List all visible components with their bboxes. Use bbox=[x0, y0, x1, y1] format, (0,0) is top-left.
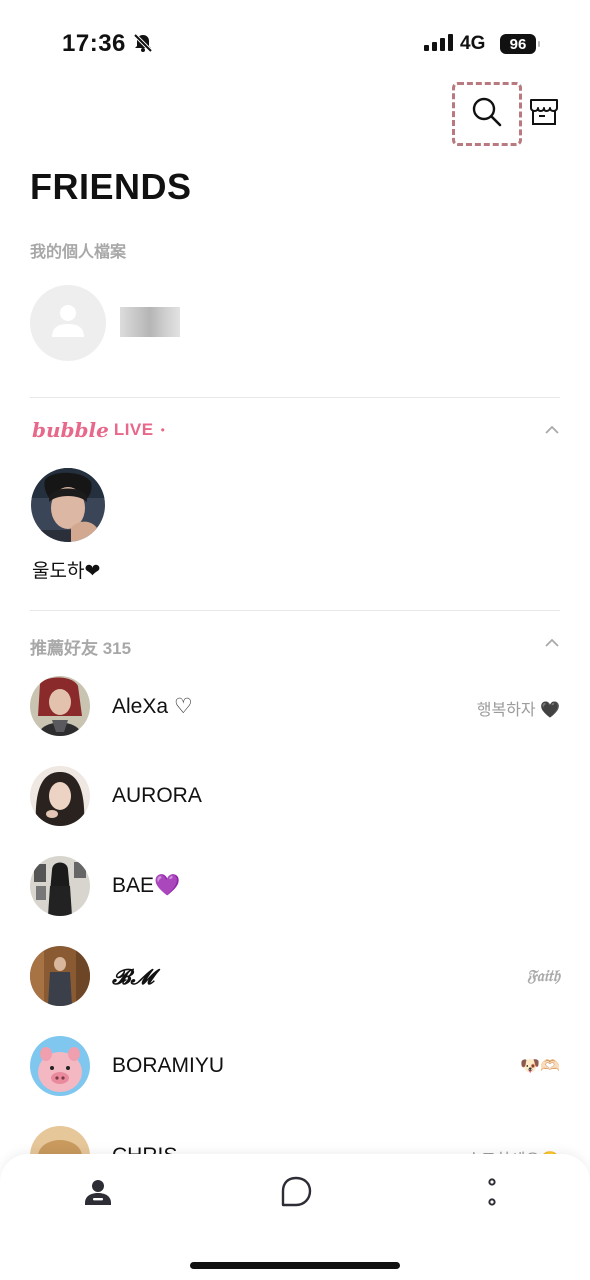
tab-friends[interactable] bbox=[78, 1174, 118, 1214]
friend-row[interactable]: BAE💜 bbox=[0, 846, 590, 926]
friend-row[interactable]: 𝓑𝓜 𝔉𝔞𝔦𝔱𝔥 bbox=[0, 936, 590, 1016]
friend-name: AURORA bbox=[112, 784, 202, 807]
status-time: 17:36 bbox=[62, 30, 126, 57]
friend-name: 𝓑𝓜 bbox=[112, 964, 155, 989]
my-profile-label: 我的個人檔案 bbox=[30, 244, 127, 261]
friend-status: 행복하자 🖤 bbox=[476, 702, 560, 719]
friend-avatar bbox=[30, 856, 90, 916]
signal-icon bbox=[424, 34, 453, 51]
my-profile-name-blurred[interactable] bbox=[120, 307, 180, 337]
shop-icon bbox=[528, 96, 560, 133]
friend-name: AleXa ♡ bbox=[112, 695, 193, 718]
battery-tip bbox=[538, 41, 540, 47]
my-profile-avatar[interactable] bbox=[30, 285, 106, 361]
network-type: 4G bbox=[460, 33, 486, 54]
chat-bubble-icon bbox=[279, 1175, 313, 1214]
battery-icon: 96 bbox=[500, 34, 536, 54]
page-title: FRIENDS bbox=[30, 166, 192, 207]
friend-status: 𝔉𝔞𝔦𝔱𝔥 bbox=[526, 966, 560, 985]
chevron-up-icon[interactable] bbox=[544, 637, 560, 649]
live-avatar[interactable] bbox=[31, 468, 105, 542]
live-dot: • bbox=[160, 423, 165, 437]
search-icon bbox=[471, 96, 503, 133]
friend-avatar bbox=[30, 676, 90, 736]
friend-row[interactable]: AleXa ♡ 행복하자 🖤 bbox=[0, 666, 590, 746]
bell-muted-icon bbox=[132, 32, 154, 59]
friend-row[interactable]: AURORA bbox=[0, 756, 590, 836]
bubble-live-header: bubble LIVE • bbox=[32, 418, 165, 442]
tab-chats[interactable] bbox=[276, 1174, 316, 1214]
divider bbox=[30, 397, 560, 398]
recommended-friends-label: 推薦好友 315 bbox=[30, 639, 132, 658]
chevron-up-icon[interactable] bbox=[544, 424, 560, 436]
divider bbox=[30, 610, 560, 611]
friend-name: BORAMIYU bbox=[112, 1054, 225, 1077]
friend-avatar bbox=[30, 1036, 90, 1096]
friend-status: 🐶🫶🏻 bbox=[520, 1058, 560, 1075]
live-label: LIVE bbox=[113, 420, 154, 439]
search-button[interactable] bbox=[452, 82, 522, 146]
battery-level: 96 bbox=[509, 35, 527, 53]
tab-more[interactable] bbox=[472, 1174, 512, 1214]
status-bar: 17:36 4G 96 bbox=[0, 0, 590, 80]
shop-button[interactable] bbox=[526, 96, 562, 132]
live-item-name: 울도하❤ bbox=[32, 561, 101, 582]
more-dots-icon bbox=[482, 1175, 502, 1214]
friend-row[interactable]: BORAMIYU 🐶🫶🏻 bbox=[0, 1026, 590, 1106]
friend-avatar bbox=[30, 766, 90, 826]
default-person-icon bbox=[49, 302, 87, 345]
home-indicator bbox=[190, 1262, 400, 1269]
friend-avatar bbox=[30, 946, 90, 1006]
bubble-logo: bubble bbox=[32, 418, 109, 442]
person-icon bbox=[83, 1177, 113, 1212]
friend-name: BAE💜 bbox=[112, 874, 181, 897]
